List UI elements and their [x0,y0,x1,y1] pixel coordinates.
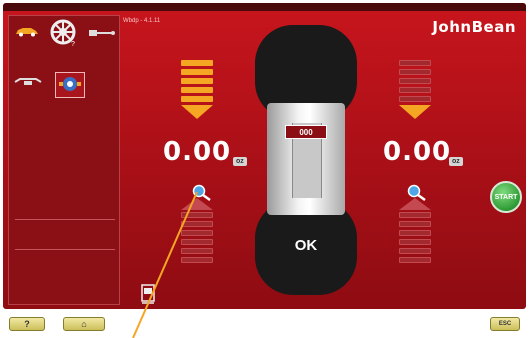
sidebar-divider [15,249,115,250]
software-version: Wbdp - 4.1.11 [123,18,161,24]
left-arrow-down-icon [181,105,213,119]
wheel-icon[interactable]: ? [49,18,79,48]
function-key-bar: ? ⌂ ESC [0,310,529,338]
right-plane-ladder [399,60,431,105]
balance-mode-icon [57,73,83,95]
left-plane-ladder [181,60,213,105]
tire-adapter-icon[interactable] [13,74,43,88]
esc-button[interactable]: ESC [490,317,520,331]
spin-mode-icon[interactable] [139,283,157,305]
brand-logo: JohnBean [432,18,516,36]
right-plane-unit: oz [449,157,463,166]
svg-text:?: ? [71,41,75,47]
left-plane-value: 0.00 [163,137,232,167]
help-button[interactable]: ? [9,317,45,331]
start-button[interactable]: START [490,181,522,213]
sidebar-divider [15,219,115,220]
rim: 000 [267,103,345,215]
rim-display: 000 [285,125,327,139]
top-bar [3,3,526,11]
car-icon[interactable] [13,24,41,38]
balancer-screen: ? Wbdp - 4.1.11 JohnBean 0.00 oz 000 OK … [3,3,526,309]
left-arrow-up-icon [181,198,213,210]
right-arrow-down-icon [399,105,431,119]
right-plane-ladder-lower [399,212,431,266]
right-plane-value: 0.00 [383,137,452,167]
left-plane-unit: oz [233,157,247,166]
balance-status: OK [294,237,318,254]
home-button[interactable]: ⌂ [63,317,105,331]
left-plane-ladder-lower [181,212,213,266]
sidebar: ? [8,15,120,305]
wheel-graphic: 000 OK [255,25,357,295]
right-arrow-up-icon [399,198,431,210]
weight-probe-icon[interactable] [87,26,117,40]
